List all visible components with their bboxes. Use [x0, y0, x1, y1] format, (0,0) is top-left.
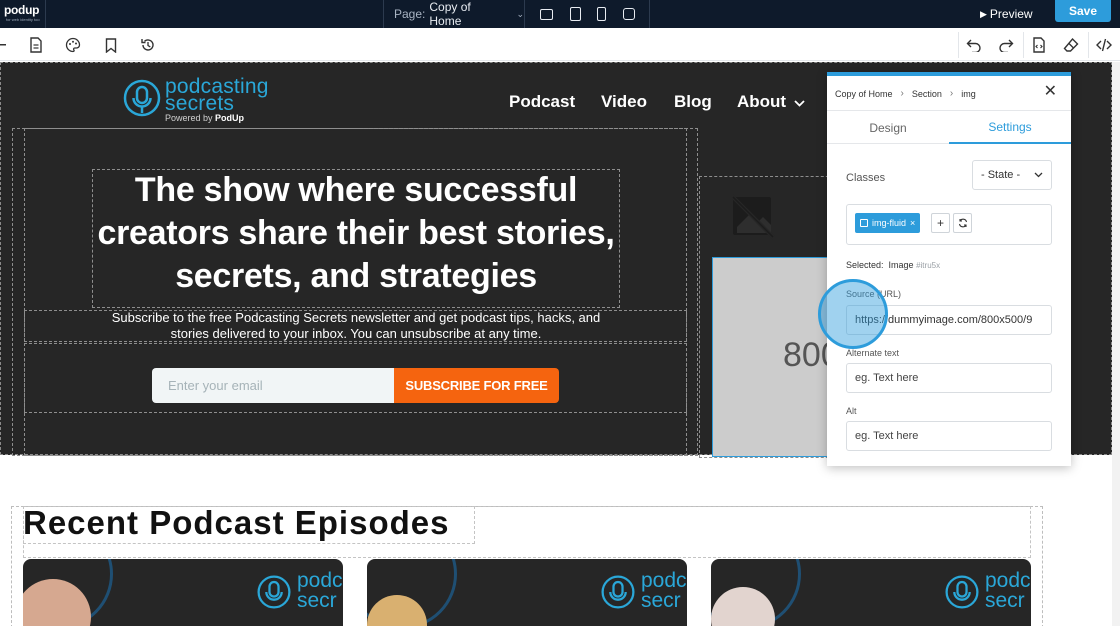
desktop-view-icon[interactable]	[540, 8, 554, 20]
selected-element-info: Selected: Image #itru5x	[846, 260, 941, 270]
podup-logo[interactable]: podup for web identity too	[0, 0, 46, 28]
redo-icon[interactable]	[997, 36, 1015, 54]
hero-title[interactable]: The show where successful creators share…	[93, 169, 619, 298]
card-logo-line2: secr	[641, 589, 681, 612]
subscribe-button[interactable]: SUBSCRIBE FOR FREE	[394, 368, 559, 403]
nav-video[interactable]: Video	[601, 91, 647, 113]
alt-label: Alt	[846, 406, 857, 416]
tablet-view-icon[interactable]	[597, 7, 607, 21]
code-file-icon[interactable]	[1030, 36, 1048, 54]
editor-topbar: podup for web identity too Page: Copy of…	[0, 0, 1120, 28]
element-settings-panel: Copy of Home › Section › img ✕ Design Se…	[827, 72, 1071, 466]
nav-blog[interactable]: Blog	[674, 91, 712, 113]
tab-design[interactable]: Design	[827, 111, 949, 144]
chevron-right-icon: ›	[949, 88, 954, 99]
class-list[interactable]: img-fluid × +	[846, 204, 1052, 245]
page-selector-label: Page:	[394, 7, 426, 21]
remove-class-icon[interactable]: ×	[910, 218, 915, 228]
page-icon[interactable]	[27, 36, 45, 54]
site-logo[interactable]: podcasting secrets Powered by PodUp	[121, 75, 301, 127]
card-logo-line2: secr	[297, 589, 337, 612]
alternate-text-label: Alternate text	[846, 348, 900, 358]
bookmark-icon[interactable]	[102, 36, 120, 54]
card-logo-line2: secr	[985, 589, 1025, 612]
broken-image-icon	[729, 193, 777, 241]
toolbar-divider	[1023, 32, 1024, 58]
nav-about-label: About	[737, 92, 787, 111]
email-input[interactable]	[152, 368, 395, 403]
powered-by-text: Powered by PodUp	[165, 113, 245, 123]
microphone-logo-icon	[257, 575, 291, 609]
card-logo: podc secr	[255, 569, 343, 619]
editor-toolbar	[0, 28, 1120, 61]
episodes-title[interactable]: Recent Podcast Episodes	[23, 504, 449, 542]
state-select-value: - State -	[981, 169, 1021, 181]
toolbar-divider	[1088, 32, 1089, 58]
microphone-logo-icon	[945, 575, 979, 609]
logo-text: podup	[4, 3, 40, 17]
chevron-down-icon	[1034, 169, 1043, 181]
eraser-icon[interactable]	[1062, 36, 1080, 54]
tab-settings[interactable]: Settings	[949, 111, 1071, 144]
drag-handle-icon[interactable]	[0, 36, 12, 54]
microphone-logo-icon	[601, 575, 635, 609]
preview-button[interactable]: ▶ Preview	[980, 4, 1033, 24]
card-logo: podc secr	[599, 569, 687, 619]
click-indicator	[818, 279, 888, 349]
selected-image[interactable]: 800	[712, 257, 842, 457]
class-chip-label: img-fluid	[872, 218, 907, 228]
palette-icon[interactable]	[64, 36, 82, 54]
classes-label: Classes	[846, 172, 886, 184]
checkbox-icon[interactable]	[860, 219, 868, 227]
save-button[interactable]: Save	[1055, 0, 1111, 22]
add-class-button[interactable]: +	[931, 213, 950, 233]
hero-subtitle[interactable]: Subscribe to the free Podcasting Secrets…	[91, 310, 621, 342]
page-selector[interactable]: Page: Copy of Home ⌄	[383, 0, 525, 28]
sync-icon[interactable]	[953, 213, 972, 233]
state-select[interactable]: - State -	[972, 160, 1052, 190]
preview-label: Preview	[989, 7, 1033, 21]
page-selector-value: Copy of Home	[429, 0, 471, 28]
laptop-view-icon[interactable]	[569, 7, 581, 21]
code-icon[interactable]	[1095, 36, 1113, 54]
chevron-right-icon: ›	[900, 88, 904, 99]
nav-podcast[interactable]: Podcast	[509, 91, 575, 113]
card-logo: podc secr	[943, 569, 1031, 619]
alt-input[interactable]	[846, 421, 1052, 451]
undo-icon[interactable]	[965, 36, 983, 54]
microphone-logo-icon	[123, 79, 161, 117]
mobile-view-icon[interactable]	[622, 8, 635, 20]
class-chip[interactable]: img-fluid ×	[855, 213, 921, 233]
logo-tagline: for web identity too	[6, 17, 40, 22]
panel-tabs: Design Settings	[827, 110, 1071, 144]
device-switcher	[526, 0, 650, 28]
episode-card[interactable]: podc secr	[367, 559, 687, 626]
nav-about[interactable]: About	[737, 91, 805, 113]
breadcrumb-item[interactable]: img	[961, 89, 976, 99]
episode-card[interactable]: podc secr	[711, 559, 1031, 626]
chevron-down-icon	[794, 92, 805, 112]
episode-card[interactable]: podc secr	[23, 559, 343, 626]
alternate-text-input[interactable]	[846, 363, 1052, 393]
chevron-down-icon: ⌄	[516, 8, 524, 19]
close-icon[interactable]: ✕	[1044, 84, 1057, 100]
history-icon[interactable]	[139, 36, 157, 54]
play-icon: ▶	[980, 8, 987, 19]
breadcrumb: Copy of Home › Section › img	[835, 88, 976, 99]
canvas-scrollbar[interactable]	[1112, 62, 1120, 626]
breadcrumb-item[interactable]: Copy of Home	[835, 89, 893, 99]
toolbar-divider	[958, 32, 959, 58]
breadcrumb-item[interactable]: Section	[912, 89, 942, 99]
